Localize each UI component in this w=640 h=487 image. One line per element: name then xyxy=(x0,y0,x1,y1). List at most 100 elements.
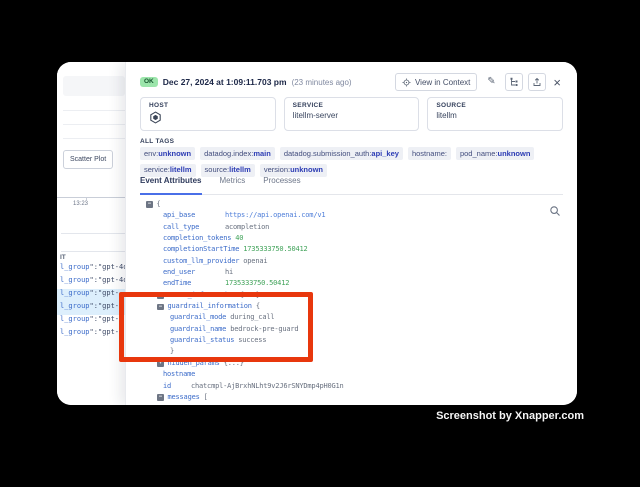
panel-header: OK Dec 27, 2024 at 1:09:11.703 pm (23 mi… xyxy=(140,73,563,91)
json-brace: { xyxy=(157,199,161,210)
json-value: bedrock-pre-guard xyxy=(230,324,298,335)
json-value: openai xyxy=(243,256,267,267)
tag-version[interactable]: version:unknown xyxy=(260,164,327,177)
collapse-icon[interactable]: − xyxy=(146,201,153,208)
json-value: acompletion xyxy=(225,222,269,233)
json-row-close: } xyxy=(140,346,563,357)
json-brace: [ xyxy=(200,392,208,403)
json-row-custom_llm_provider: custom_llm_provideropenai xyxy=(140,256,563,267)
json-row-root: −{ xyxy=(140,199,563,210)
export-button[interactable] xyxy=(528,73,546,91)
json-value: 1735333750.50412 xyxy=(243,244,307,255)
summary-card-host: HOST xyxy=(140,97,276,131)
json-row-call_type: call_typeacompletion xyxy=(140,222,563,233)
tag-datadog.submission_auth[interactable]: datadog.submission_auth:api_key xyxy=(280,147,403,160)
background-result-row[interactable]: l_group":"gpt-4o xyxy=(57,263,125,276)
summary-card-source: SOURCElitellm xyxy=(427,97,563,131)
json-row-completionStartTime: completionStartTime1735333750.50412 xyxy=(140,244,563,255)
background-divider xyxy=(63,138,125,139)
watermark-text: Screenshot by Xnapper.com xyxy=(436,410,584,422)
tags-list: env:unknown datadog.index:main datadog.sub… xyxy=(140,147,563,177)
tag-hostname[interactable]: hostname: xyxy=(408,147,451,160)
collapse-icon[interactable]: − xyxy=(157,394,164,401)
json-brace: } xyxy=(170,346,174,357)
json-row-hidden_params: + hidden_params {...} xyxy=(140,358,563,369)
background-row-key: l_group xyxy=(60,315,90,323)
status-badge: OK xyxy=(140,77,158,88)
json-row-guardrail_name: guardrail_namebedrock-pre-guard xyxy=(140,324,563,335)
json-key[interactable]: guardrail_information xyxy=(168,301,252,312)
view-in-context-label: View in Context xyxy=(415,78,470,87)
background-result-row[interactable]: l_group":"gpt- xyxy=(57,302,125,315)
tab-event-attributes[interactable]: Event Attributes xyxy=(140,176,202,195)
json-brace: {...} xyxy=(236,290,260,301)
json-key[interactable]: hidden_params xyxy=(168,358,220,369)
background-result-row[interactable]: l_group":"gpt- xyxy=(57,328,125,341)
tab-metrics[interactable]: Metrics xyxy=(220,176,246,194)
json-value-link[interactable]: https://api.openai.com/v1 xyxy=(225,210,325,221)
background-divider xyxy=(63,124,125,125)
tab-processes[interactable]: Processes xyxy=(263,176,300,194)
json-key[interactable]: error_information xyxy=(168,290,236,301)
card-label: SERVICE xyxy=(293,102,411,109)
json-key[interactable]: hostname xyxy=(163,369,225,380)
event-attributes-panel: −{api_basehttps://api.openai.com/v1call_… xyxy=(140,199,563,405)
tag-source[interactable]: source:litellm xyxy=(201,164,255,177)
host-hexagon-icon xyxy=(149,111,267,129)
json-key[interactable]: completionStartTime xyxy=(163,244,243,255)
json-brace: { xyxy=(252,301,260,312)
json-brace: {...} xyxy=(220,358,244,369)
screenshot-canvas: Scatter Plot 13:23 IT l_group":"gpt-4ol_… xyxy=(0,0,640,487)
json-key[interactable]: id xyxy=(163,381,191,392)
collapse-icon[interactable]: − xyxy=(157,304,164,311)
json-key[interactable]: end_user xyxy=(163,267,225,278)
export-icon xyxy=(532,77,542,87)
json-key[interactable]: completion_tokens xyxy=(163,233,235,244)
scatter-plot-button[interactable]: Scatter Plot xyxy=(63,150,113,169)
trace-tree-icon xyxy=(509,77,519,87)
background-result-row[interactable]: l_group":"gpt-4o xyxy=(57,276,125,289)
tag-service[interactable]: service:litellm xyxy=(140,164,196,177)
json-key[interactable]: custom_llm_provider xyxy=(163,256,243,267)
background-row-key: l_group xyxy=(60,302,90,310)
json-row-error_information: + error_information {...} xyxy=(140,290,563,301)
json-tree: −{api_basehttps://api.openai.com/v1call_… xyxy=(140,199,563,403)
expand-icon[interactable]: + xyxy=(157,360,164,367)
search-icon[interactable] xyxy=(549,205,561,217)
json-row-completion_tokens: completion_tokens40 xyxy=(140,233,563,244)
background-result-rows: l_group":"gpt-4ol_group":"gpt-4ol_group"… xyxy=(57,263,125,341)
json-key[interactable]: messages xyxy=(168,392,200,403)
json-key[interactable]: guardrail_status xyxy=(170,335,238,346)
expand-icon[interactable]: + xyxy=(157,292,164,299)
tag-pod_name[interactable]: pod_name:unknown xyxy=(456,147,534,160)
edit-button[interactable]: ✎ xyxy=(482,73,500,91)
json-value: success xyxy=(238,335,266,346)
trace-tree-button[interactable] xyxy=(505,73,523,91)
background-result-row[interactable]: l_group":"gpt- xyxy=(57,289,125,302)
close-button[interactable]: × xyxy=(551,76,563,89)
chart-axis-tick xyxy=(86,197,87,200)
json-key[interactable]: api_base xyxy=(163,210,225,221)
background-table-header: IT xyxy=(60,254,66,261)
json-key[interactable]: guardrail_mode xyxy=(170,312,230,323)
json-key[interactable]: guardrail_name xyxy=(170,324,230,335)
background-result-row[interactable]: l_group":"gpt- xyxy=(57,315,125,328)
json-key[interactable]: endTime xyxy=(163,278,225,289)
summary-card-service: SERVICElitellm-server xyxy=(284,97,420,131)
json-value: 1735333750.50412 xyxy=(225,278,289,289)
background-skeleton-block xyxy=(63,76,125,96)
json-row-id: idchatcmpl-AjBrxhNLht9v2J6rSNYDmp4pH0G1n xyxy=(140,381,563,392)
view-in-context-button[interactable]: View in Context xyxy=(395,73,477,91)
background-divider xyxy=(63,110,125,111)
tag-env[interactable]: env:unknown xyxy=(140,147,195,160)
header-actions: View in Context ✎ xyxy=(395,73,563,91)
card-label: SOURCE xyxy=(436,102,554,109)
background-row-key: l_group xyxy=(60,276,90,284)
background-divider xyxy=(61,233,125,234)
pencil-icon: ✎ xyxy=(487,77,495,87)
tag-datadog.index[interactable]: datadog.index:main xyxy=(200,147,275,160)
json-key[interactable]: call_type xyxy=(163,222,225,233)
json-value: 40 xyxy=(235,233,243,244)
json-row-guardrail_mode: guardrail_modeduring_call xyxy=(140,312,563,323)
background-row-key: l_group xyxy=(60,263,90,271)
